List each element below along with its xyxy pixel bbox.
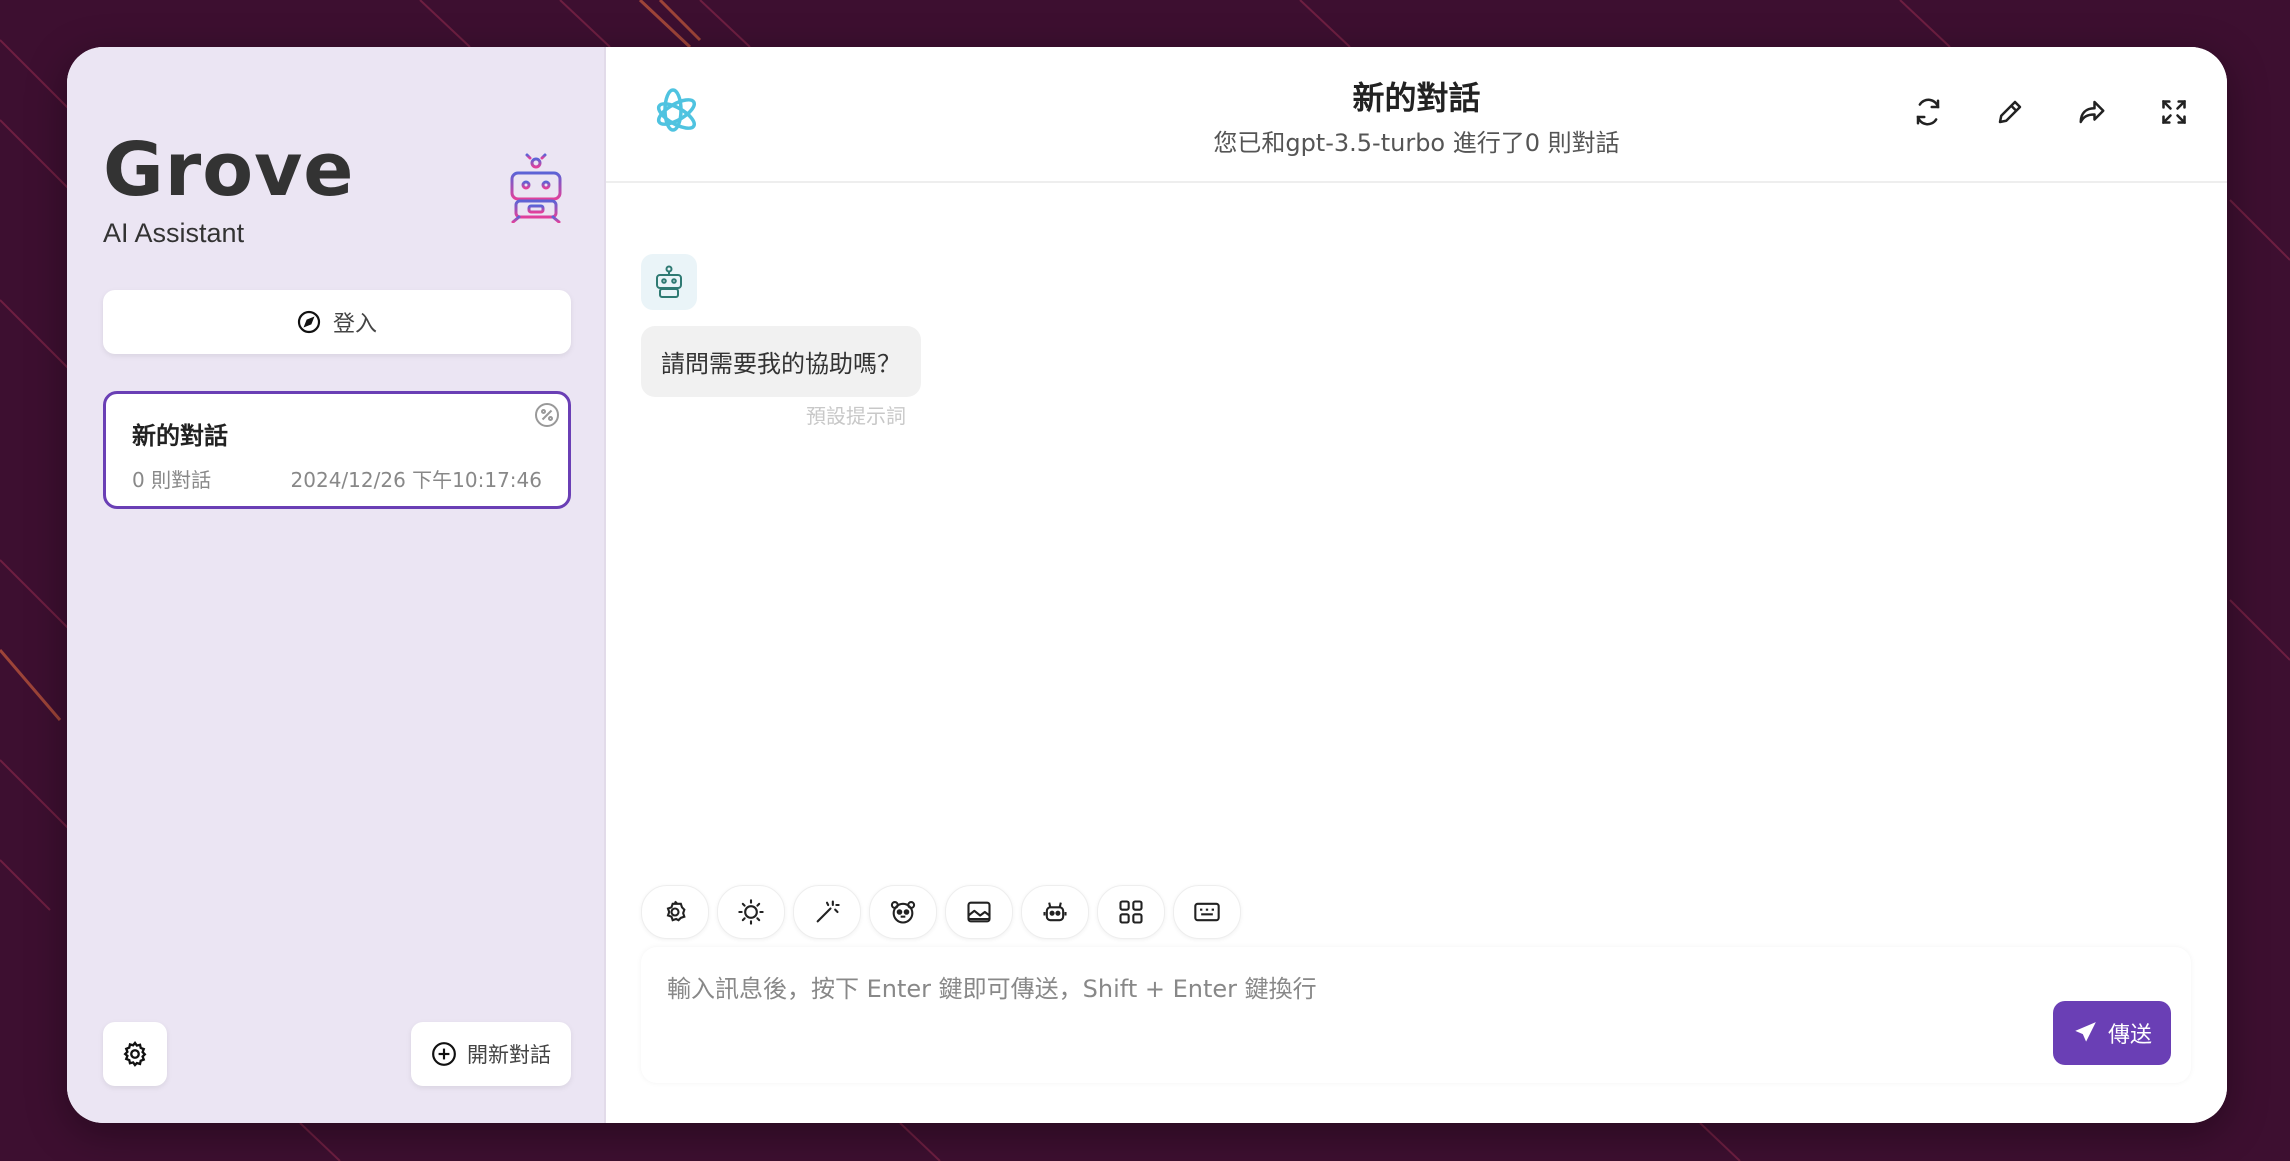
prompt-tool-button[interactable] (793, 885, 861, 939)
robot-icon (1043, 902, 1067, 922)
compass-icon (297, 310, 321, 334)
refresh-icon (1916, 98, 1940, 126)
settings-button[interactable] (103, 1022, 167, 1086)
brand-title: Grove (103, 127, 355, 213)
plus-circle-icon (432, 1042, 456, 1066)
header-actions (1911, 95, 2191, 129)
delete-conversation-icon[interactable] (534, 402, 560, 428)
default-prompt-hint: 預設提示詞 (806, 404, 906, 428)
sidebar: Grove AI Assistant 登入 新的對話 0 則對話 2024/12… (67, 47, 606, 1123)
gear-icon (123, 1040, 147, 1067)
magic-wand-icon (816, 900, 840, 923)
pencil-icon (1998, 100, 2022, 124)
fullscreen-icon (2162, 100, 2186, 124)
conversation-title: 新的對話 (132, 422, 228, 450)
conversation-count: 0 則對話 (132, 468, 212, 492)
edit-button[interactable] (1993, 95, 2027, 129)
refresh-button[interactable] (1911, 95, 1945, 129)
message-input[interactable] (641, 947, 2191, 1083)
app-window: Grove AI Assistant 登入 新的對話 0 則對話 2024/12… (67, 47, 2227, 1123)
apps-icon (1119, 900, 1143, 924)
image-tool-button[interactable] (945, 885, 1013, 939)
chat-toolbar (641, 885, 1241, 939)
apps-tool-button[interactable] (1097, 885, 1165, 939)
settings-tool-button[interactable] (641, 885, 709, 939)
mask-icon (890, 901, 916, 924)
send-icon (2075, 1022, 2096, 1042)
fullscreen-button[interactable] (2157, 95, 2191, 129)
login-label: 登入 (332, 312, 377, 337)
send-button[interactable]: 傳送 (2053, 1001, 2171, 1065)
bot-message: 請問需要我的協助嗎？ (641, 326, 921, 397)
keyboard-icon (1194, 902, 1220, 922)
chat-header: 新的對話 您已和gpt-3.5-turbo 進行了0 則對話 (606, 47, 2227, 183)
theme-tool-button[interactable] (717, 885, 785, 939)
mask-tool-button[interactable] (869, 885, 937, 939)
robot-icon (656, 265, 682, 298)
share-button[interactable] (2075, 95, 2109, 129)
robot-logo-icon (503, 151, 569, 223)
bot-avatar (641, 254, 697, 310)
send-label: 傳送 (2107, 1023, 2152, 1048)
message-input-area: 傳送 (641, 947, 2191, 1083)
new-chat-button[interactable]: 開新對話 (411, 1022, 571, 1086)
new-chat-label: 開新對話 (467, 1043, 551, 1067)
brand-subtitle: AI Assistant (103, 218, 245, 248)
chat-panel: 新的對話 您已和gpt-3.5-turbo 進行了0 則對話 請問需要我的協助嗎… (606, 47, 2227, 1123)
keyboard-tool-button[interactable] (1173, 885, 1241, 939)
theme-icon (738, 899, 764, 925)
image-icon (967, 901, 991, 923)
login-button[interactable]: 登入 (103, 290, 571, 354)
conversation-time: 2024/12/26 下午10:17:46 (290, 468, 542, 492)
share-arrow-icon (2079, 100, 2105, 124)
conversation-item[interactable]: 新的對話 0 則對話 2024/12/26 下午10:17:46 (103, 391, 571, 509)
robot-tool-button[interactable] (1021, 885, 1089, 939)
settings-icon (666, 900, 686, 922)
